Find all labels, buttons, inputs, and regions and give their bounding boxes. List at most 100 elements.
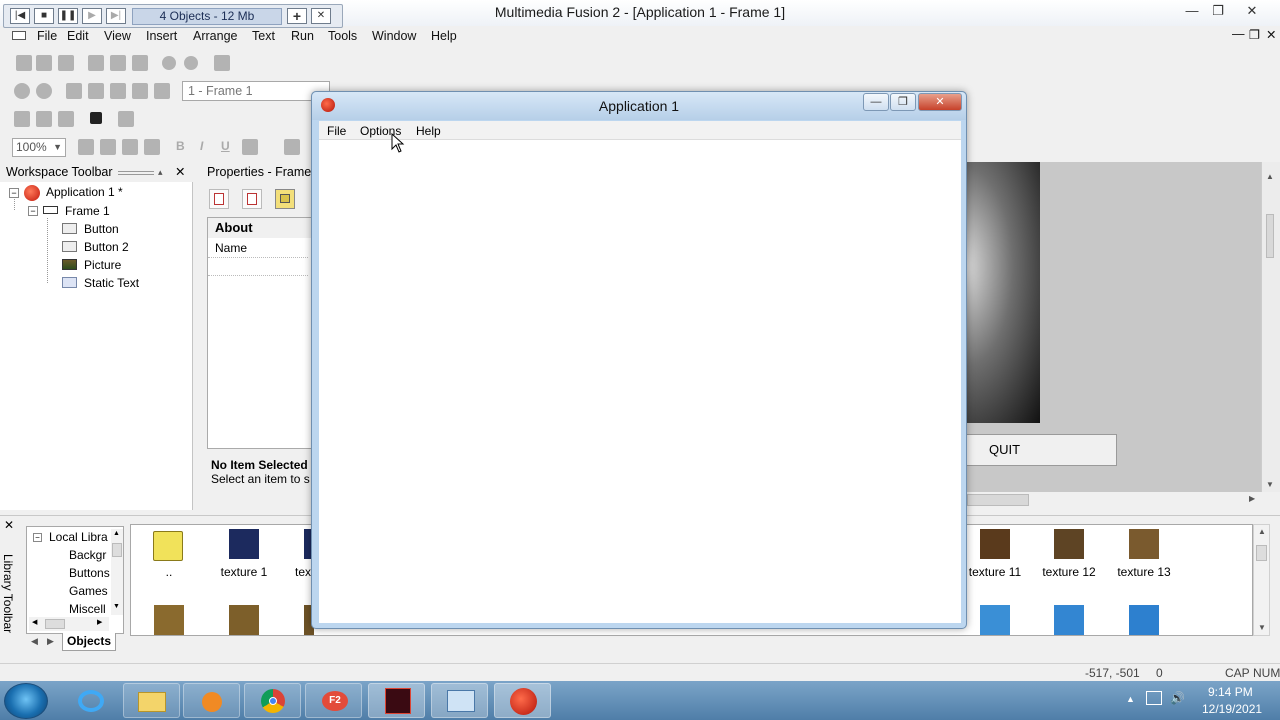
multimedia-fusion-icon[interactable]: [494, 683, 551, 718]
add-button[interactable]: +: [287, 8, 307, 24]
scroll-right-icon[interactable]: ▶: [1249, 494, 1255, 503]
menu-help[interactable]: Help: [431, 29, 457, 43]
library-tree-item[interactable]: Backgr: [69, 548, 106, 562]
new-icon[interactable]: [16, 55, 32, 71]
app-minimize-button[interactable]: —: [863, 93, 889, 111]
library-grid-scrollbar[interactable]: ▲ ▼: [1253, 524, 1270, 636]
scroll-up-icon[interactable]: ▲: [1266, 172, 1274, 181]
collapse-icon[interactable]: −: [9, 188, 19, 198]
align-right-icon[interactable]: [58, 111, 74, 127]
chrome-icon[interactable]: [244, 683, 301, 718]
pin-icon[interactable]: ▴: [158, 162, 163, 182]
app-menu-help[interactable]: Help: [416, 124, 441, 138]
align-center-icon[interactable]: [36, 111, 52, 127]
menu-text[interactable]: Text: [252, 29, 275, 43]
texture-thumbnail[interactable]: [229, 605, 259, 635]
text-color-icon[interactable]: [242, 139, 258, 155]
library-tree-item[interactable]: Miscell: [69, 602, 106, 616]
text-align-icon[interactable]: [144, 139, 160, 155]
control-panel-icon[interactable]: [431, 683, 488, 718]
application-title-bar[interactable]: Application 1 — ❐ ✕: [312, 92, 966, 120]
property-name-field[interactable]: Name: [208, 238, 308, 258]
tree-item-object[interactable]: Picture: [62, 258, 121, 272]
menu-file[interactable]: File: [37, 29, 57, 43]
mdi-restore-button[interactable]: ❐: [1249, 27, 1260, 42]
network-icon[interactable]: [1146, 691, 1162, 705]
workspace-close-button[interactable]: ✕: [175, 162, 185, 182]
menu-run[interactable]: Run: [291, 29, 314, 43]
font-size-icon[interactable]: [100, 139, 116, 155]
volume-icon[interactable]: 🔊: [1170, 691, 1185, 705]
object-list-icon[interactable]: [132, 83, 148, 99]
tab-prev-icon[interactable]: ◀: [31, 636, 38, 647]
frame-selector[interactable]: 1 - Frame 1: [182, 81, 330, 101]
mdi-minimize-button[interactable]: —: [1232, 27, 1245, 41]
frame-editor[interactable]: QUIT: [965, 162, 1261, 492]
collapse-icon[interactable]: −: [28, 206, 38, 216]
scroll-thumb[interactable]: [1256, 545, 1267, 561]
grid-icon[interactable]: [118, 111, 134, 127]
first-frame-icon[interactable]: |◀: [10, 8, 30, 24]
mdi-close-button[interactable]: ✕: [1266, 27, 1276, 42]
tree-item-frame[interactable]: Frame 1: [43, 204, 110, 218]
texture-thumbnail[interactable]: [1129, 605, 1159, 635]
comment-icon[interactable]: [214, 55, 230, 71]
menu-view[interactable]: View: [104, 29, 131, 43]
texture-thumbnail[interactable]: [1129, 529, 1159, 559]
settings-tab-icon[interactable]: [209, 189, 229, 209]
tree-item-object[interactable]: Button 2: [62, 240, 129, 254]
app-menu-file[interactable]: File: [327, 124, 346, 138]
tab-next-icon[interactable]: ▶: [47, 636, 54, 647]
file-explorer-icon[interactable]: [123, 683, 180, 718]
library-tree-item[interactable]: Buttons: [69, 566, 110, 580]
texture-thumbnail[interactable]: [1054, 529, 1084, 559]
background-picture[interactable]: [965, 162, 1040, 423]
stop-icon[interactable]: ■: [34, 8, 54, 24]
pause-icon[interactable]: ❚❚: [58, 8, 78, 24]
align-left-icon[interactable]: [14, 111, 30, 127]
tree-item-object[interactable]: Static Text: [62, 276, 139, 290]
texture-thumbnail[interactable]: [980, 605, 1010, 635]
scroll-thumb[interactable]: [1266, 214, 1274, 258]
zoom-selector[interactable]: 100% ▼: [12, 138, 66, 157]
data-elements-icon[interactable]: [110, 83, 126, 99]
editor-vertical-scrollbar[interactable]: ▲ ▼: [1261, 162, 1280, 492]
open-icon[interactable]: [36, 55, 52, 71]
underline-button[interactable]: U: [221, 139, 230, 153]
application-client-area[interactable]: [319, 140, 961, 623]
game-app-icon[interactable]: [368, 683, 425, 718]
close-button[interactable]: ✕: [1238, 2, 1266, 20]
redo-icon[interactable]: [184, 56, 198, 70]
collapse-icon[interactable]: −: [33, 533, 42, 542]
clock-time[interactable]: 9:14 PM: [1208, 685, 1253, 699]
show-hidden-icons[interactable]: ▲: [1126, 694, 1135, 704]
quit-button[interactable]: QUIT: [965, 434, 1117, 466]
gripper-icon[interactable]: [118, 171, 154, 175]
library-tree-root[interactable]: Local Libra: [49, 530, 108, 544]
texture-thumbnail[interactable]: [1054, 605, 1084, 635]
menu-tools[interactable]: Tools: [328, 29, 357, 43]
mdi-doc-icon[interactable]: [12, 31, 26, 40]
editor-horizontal-scrollbar[interactable]: ▶: [965, 492, 1261, 509]
paragraph-align-icon[interactable]: [284, 139, 300, 155]
font-icon[interactable]: [78, 139, 94, 155]
menu-window[interactable]: Window: [372, 29, 416, 43]
app-close-button[interactable]: ✕: [918, 93, 962, 111]
restore-button[interactable]: ❐: [1204, 2, 1232, 20]
texture-thumbnail[interactable]: [154, 605, 184, 635]
save-icon[interactable]: [58, 55, 74, 71]
library-tree-scrollbar[interactable]: ▲ ▼: [111, 529, 123, 615]
tree-item-object[interactable]: Button: [62, 222, 119, 236]
storyboard-icon[interactable]: [14, 83, 30, 99]
navigator-close-button[interactable]: ✕: [311, 8, 331, 24]
start-button[interactable]: [4, 683, 48, 719]
tab-objects[interactable]: Objects: [62, 633, 116, 651]
texture-thumbnail[interactable]: [980, 529, 1010, 559]
app-restore-button[interactable]: ❐: [890, 93, 916, 111]
color-swatch-icon[interactable]: [90, 112, 102, 124]
scroll-thumb[interactable]: [967, 494, 1029, 506]
last-frame-icon[interactable]: ▶|: [106, 8, 126, 24]
texture-thumbnail[interactable]: [229, 529, 259, 559]
library-close-button[interactable]: ✕: [4, 518, 14, 532]
menu-arrange[interactable]: Arrange: [193, 29, 237, 43]
